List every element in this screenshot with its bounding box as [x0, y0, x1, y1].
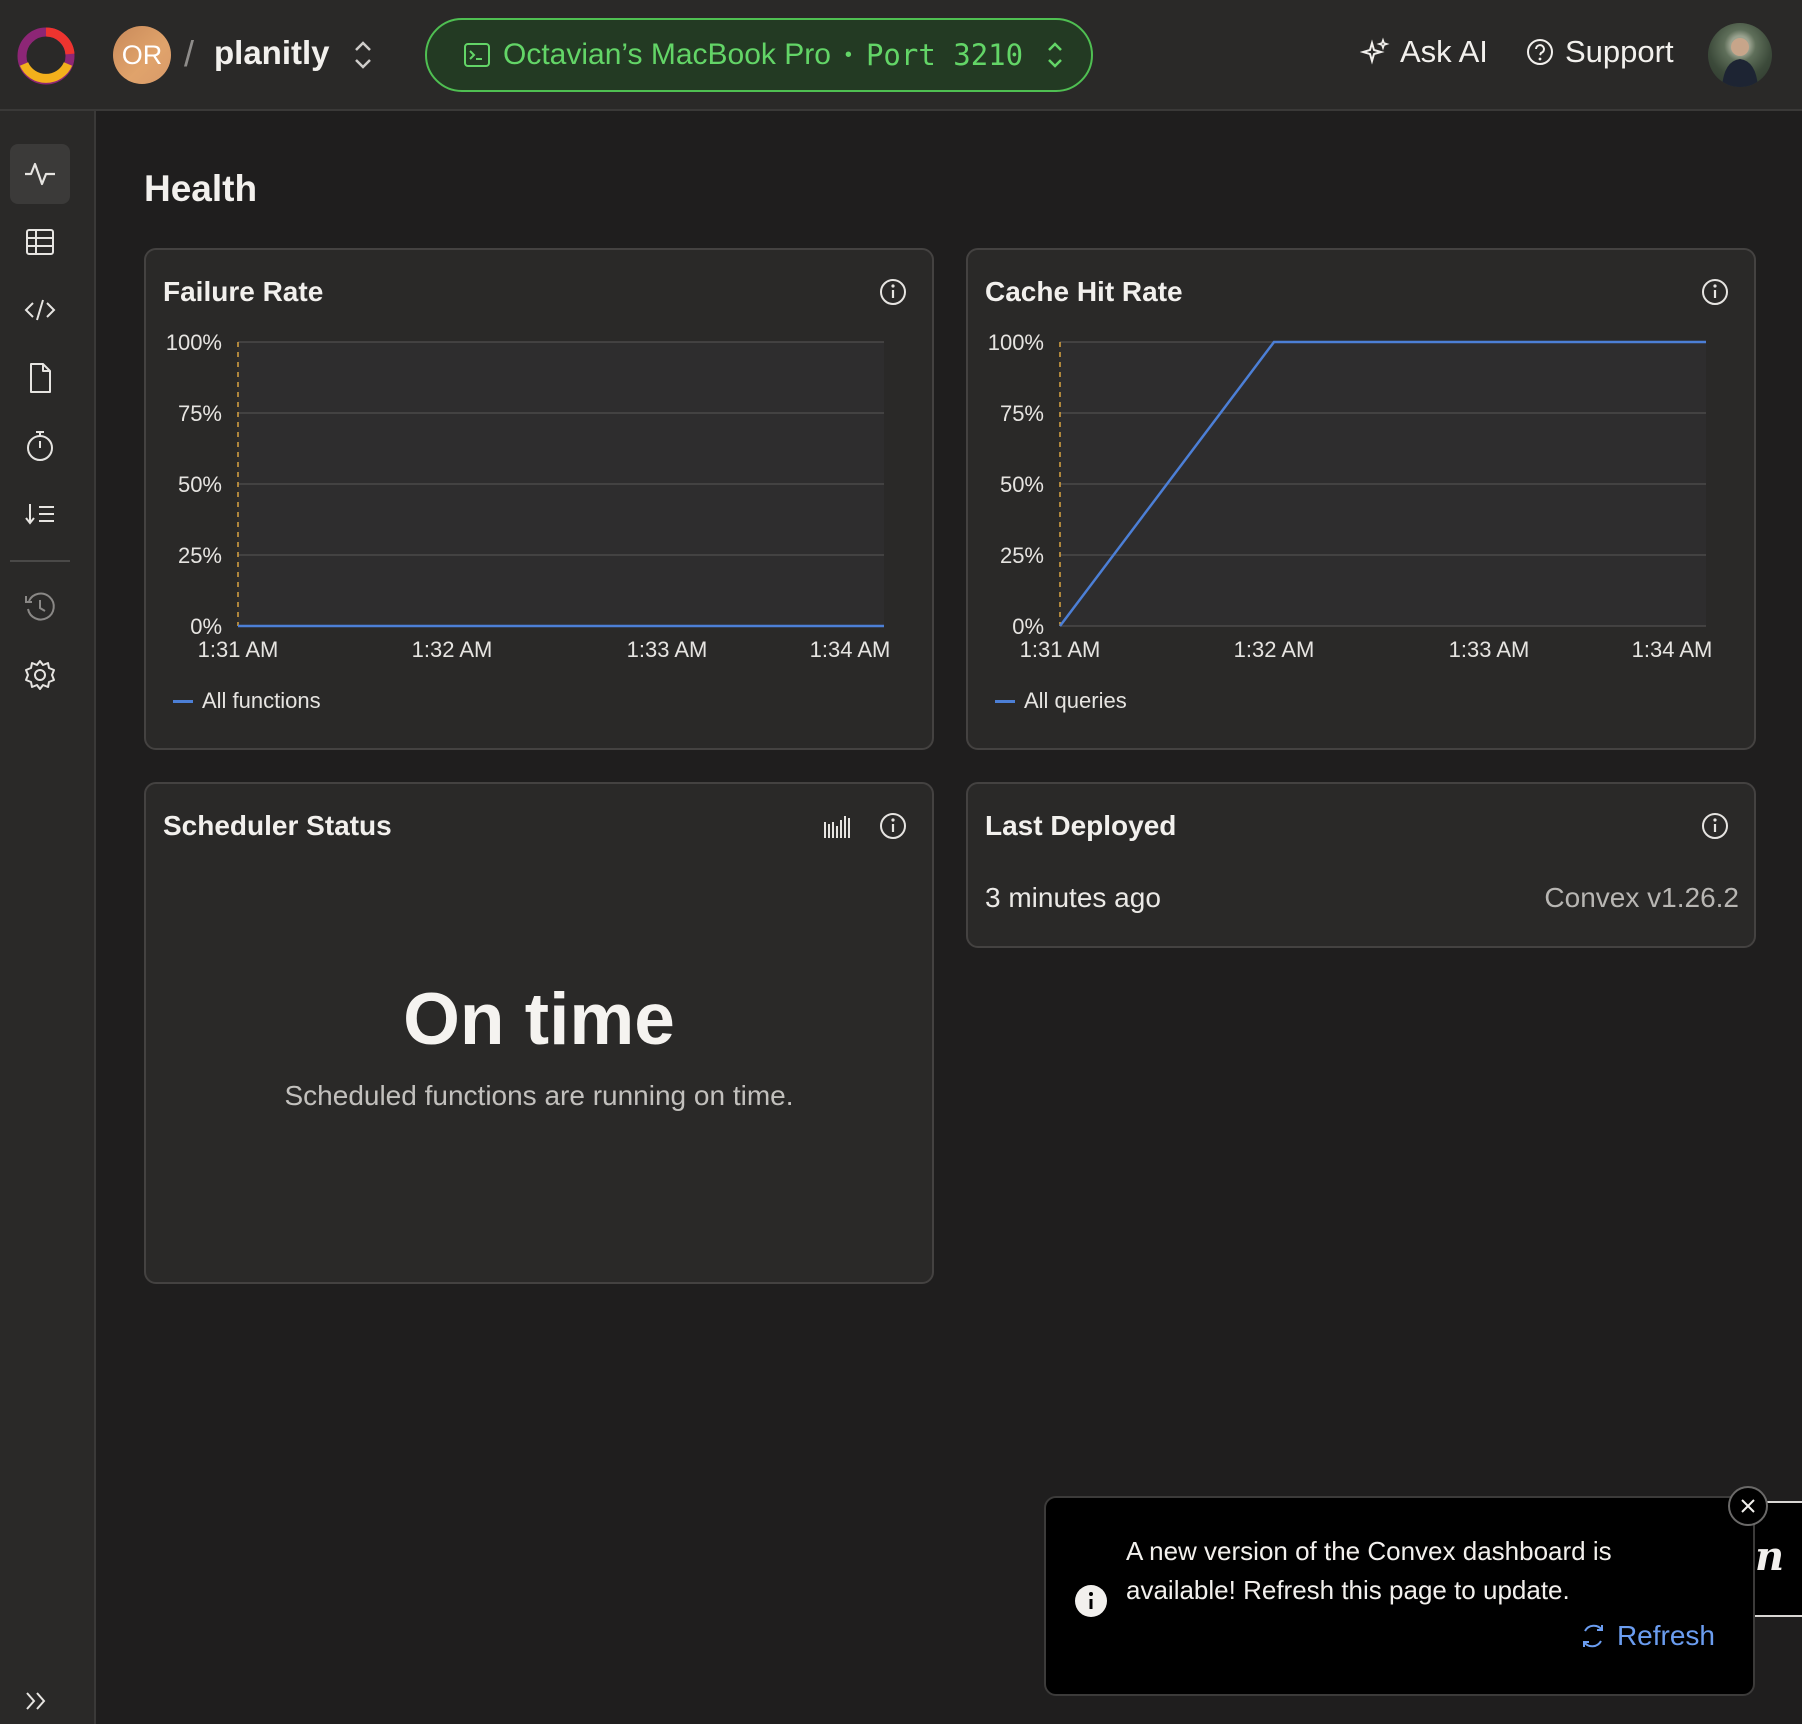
x-tick-label: 1:34 AM: [1632, 637, 1713, 662]
info-icon[interactable]: [879, 812, 907, 840]
deployment-port: Port 3210: [865, 38, 1024, 72]
sidebar-item-functions[interactable]: [10, 280, 70, 340]
scheduler-status-description: Scheduled functions are running on time.: [284, 1080, 794, 1111]
ask-ai-button[interactable]: Ask AI: [1360, 34, 1488, 70]
info-icon[interactable]: [1701, 812, 1729, 840]
user-avatar[interactable]: [1708, 23, 1772, 87]
deployment-name: Octavian’s MacBook Pro: [503, 38, 831, 71]
sidebar-item-history[interactable]: [10, 577, 70, 637]
failure-rate-chart: 100% 75% 50% 25% 0%1:31 AM 1:32 AM 1:33 AM 1:34…: [166, 330, 891, 662]
close-icon: [1741, 1499, 1755, 1513]
org-avatar[interactable]: OR: [113, 26, 171, 84]
x-tick-label: 1:32 AM: [412, 637, 493, 662]
sparkles-icon: [1360, 37, 1390, 65]
sidebar-item-health[interactable]: [10, 144, 70, 204]
y-tick-label: 25%: [178, 543, 222, 568]
legend-swatch: [173, 699, 193, 703]
sidebar-item-data[interactable]: [10, 212, 70, 272]
legend-label: All queries: [1024, 688, 1127, 713]
chart-legend: All queries: [995, 688, 1127, 714]
scheduler-status-value: On time: [403, 979, 675, 1060]
sort-list-icon: [25, 504, 54, 525]
y-tick-label: 25%: [1000, 543, 1044, 568]
x-tick-label: 1:31 AM: [1020, 637, 1101, 662]
chart-legend: All functions: [173, 688, 321, 714]
ask-ai-label: Ask AI: [1400, 34, 1488, 69]
y-tick-label: 0%: [190, 614, 222, 639]
x-tick-label: 1:33 AM: [627, 637, 708, 662]
y-tick-label: 0%: [1012, 614, 1044, 639]
code-icon: [24, 299, 56, 321]
bar-chart-icon[interactable]: [822, 812, 852, 840]
last-deployed-time: 3 minutes ago: [985, 882, 1161, 913]
x-tick-label: 1:31 AM: [198, 637, 279, 662]
file-icon: [30, 363, 51, 393]
update-toast: A new version of the Convex dashboard is…: [1044, 1496, 1755, 1696]
sidebar-item-schedules[interactable]: [10, 416, 70, 476]
y-tick-label: 50%: [1000, 472, 1044, 497]
expand-sidebar-icon[interactable]: [22, 1688, 52, 1714]
y-tick-label: 75%: [1000, 401, 1044, 426]
legend-swatch: [995, 699, 1015, 703]
card-title: Scheduler Status: [163, 810, 392, 841]
x-tick-label: 1:34 AM: [810, 637, 891, 662]
last-deployed-card: Last Deployed 3 minutes ago Convex v1.26…: [966, 782, 1756, 948]
deployment-dot: •: [844, 43, 852, 66]
sidebar-item-logs[interactable]: [10, 484, 70, 544]
info-filled-icon: [1075, 1585, 1107, 1617]
user-photo-icon: [1722, 38, 1758, 87]
sidebar: [0, 111, 96, 1724]
refresh-button[interactable]: Refresh: [1579, 1620, 1715, 1652]
card-title: Last Deployed: [985, 810, 1177, 841]
y-tick-label: 75%: [178, 401, 222, 426]
refresh-label: Refresh: [1616, 1620, 1715, 1651]
scheduler-status-card: Scheduler Status On time Scheduled funct…: [144, 782, 934, 1284]
convex-logo-icon[interactable]: [16, 26, 76, 86]
chevron-up-down-icon[interactable]: [350, 38, 376, 72]
breadcrumb-separator: /: [184, 33, 195, 74]
deployment-selector[interactable]: Octavian’s MacBook Pro • Port 3210: [425, 18, 1093, 92]
refresh-icon: [1582, 1624, 1603, 1648]
top-bar: OR / planitly Octavian’s MacBook Pro • P…: [0, 0, 1802, 111]
legend-label: All functions: [202, 688, 321, 713]
failure-rate-card: Failure Rate 100% 75% 50% 25% 0% 1:31 AM 1:32 …: [144, 248, 934, 750]
toast-message: A new version of the Convex dashboard is…: [1126, 1536, 1612, 1605]
sidebar-item-files[interactable]: [10, 348, 70, 408]
convex-version: Convex v1.26.2: [1544, 882, 1739, 913]
cache-hit-rate-card: Cache Hit Rate 100% 75% 50% 25% 0% 1:31 AM 1:3…: [966, 248, 1756, 750]
history-icon: [25, 592, 55, 621]
terminal-icon: [464, 43, 490, 67]
side-widget-glyph: n: [1755, 1533, 1785, 1580]
page-title: Health: [144, 168, 258, 209]
support-label: Support: [1565, 34, 1674, 69]
sidebar-item-settings[interactable]: [10, 645, 70, 705]
gear-icon: [25, 660, 55, 690]
activity-icon: [25, 162, 55, 186]
x-tick-label: 1:33 AM: [1449, 637, 1530, 662]
support-button[interactable]: Support: [1525, 34, 1674, 70]
cache-hit-rate-chart: 100% 75% 50% 25% 0%1:31 AM 1:32 AM 1:33 AM 1:34…: [988, 330, 1713, 662]
chevron-up-down-icon: [1048, 42, 1062, 68]
table-icon: [26, 229, 54, 255]
y-tick-label: 100%: [988, 330, 1044, 355]
x-tick-label: 1:32 AM: [1234, 637, 1315, 662]
y-tick-label: 100%: [166, 330, 222, 355]
close-toast-button[interactable]: [1728, 1486, 1768, 1526]
sidebar-divider: [10, 560, 70, 562]
timer-icon: [27, 431, 53, 461]
help-circle-icon: [1527, 39, 1553, 65]
y-tick-label: 50%: [178, 472, 222, 497]
project-name[interactable]: planitly: [214, 34, 330, 72]
